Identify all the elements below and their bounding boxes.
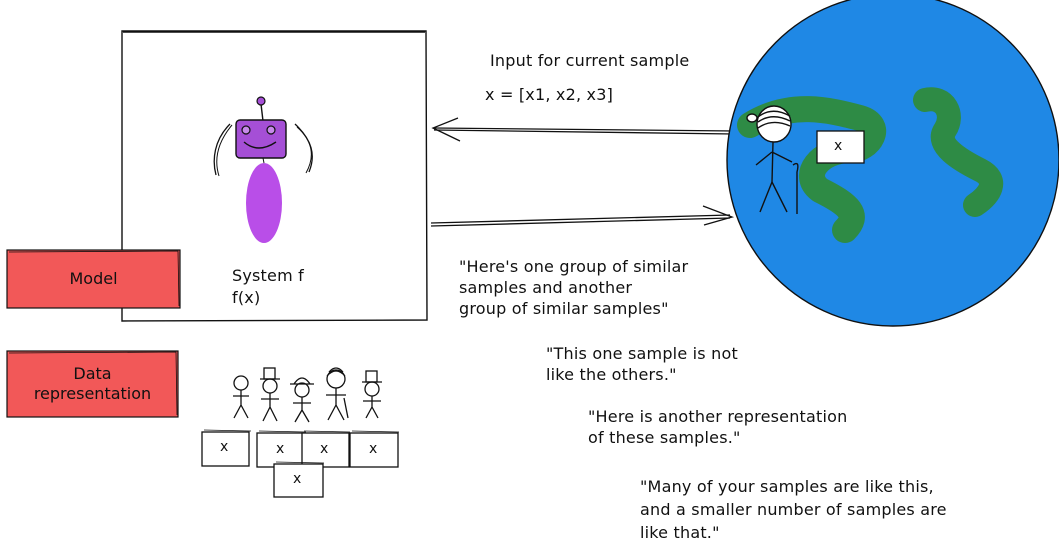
data-representation-label: Data representation (33, 364, 152, 403)
card-mark: x (369, 441, 378, 457)
system-function: f(x) (232, 288, 261, 307)
stick-figure (326, 367, 349, 421)
globe-card-mark: x (834, 138, 843, 154)
card-mark: x (320, 441, 329, 457)
card-mark: x (220, 439, 229, 455)
output-arrow (430, 205, 735, 227)
globe (726, 0, 1059, 327)
system-name: System f (232, 266, 304, 285)
model-label: Model (69, 269, 118, 288)
card-mark: x (276, 441, 285, 457)
stick-figures-group (233, 367, 382, 423)
stick-figure (260, 367, 280, 422)
quote-distribution: "Many of your samples are like this, and… (640, 477, 947, 542)
quote-representation: "Here is another representation of these… (588, 407, 848, 447)
input-title: Input for current sample (490, 51, 690, 70)
stick-figure (233, 375, 249, 419)
stick-figure (290, 377, 314, 423)
quote-groups: "Here's one group of similar samples and… (459, 257, 689, 318)
robot-figure (213, 96, 313, 243)
stick-figure (362, 370, 382, 419)
card-mark: x (293, 471, 302, 487)
input-vector: x = [x1, x2, x3] (485, 85, 614, 104)
quote-outlier: "This one sample is not like the others.… (546, 344, 738, 384)
input-arrow (431, 117, 736, 142)
